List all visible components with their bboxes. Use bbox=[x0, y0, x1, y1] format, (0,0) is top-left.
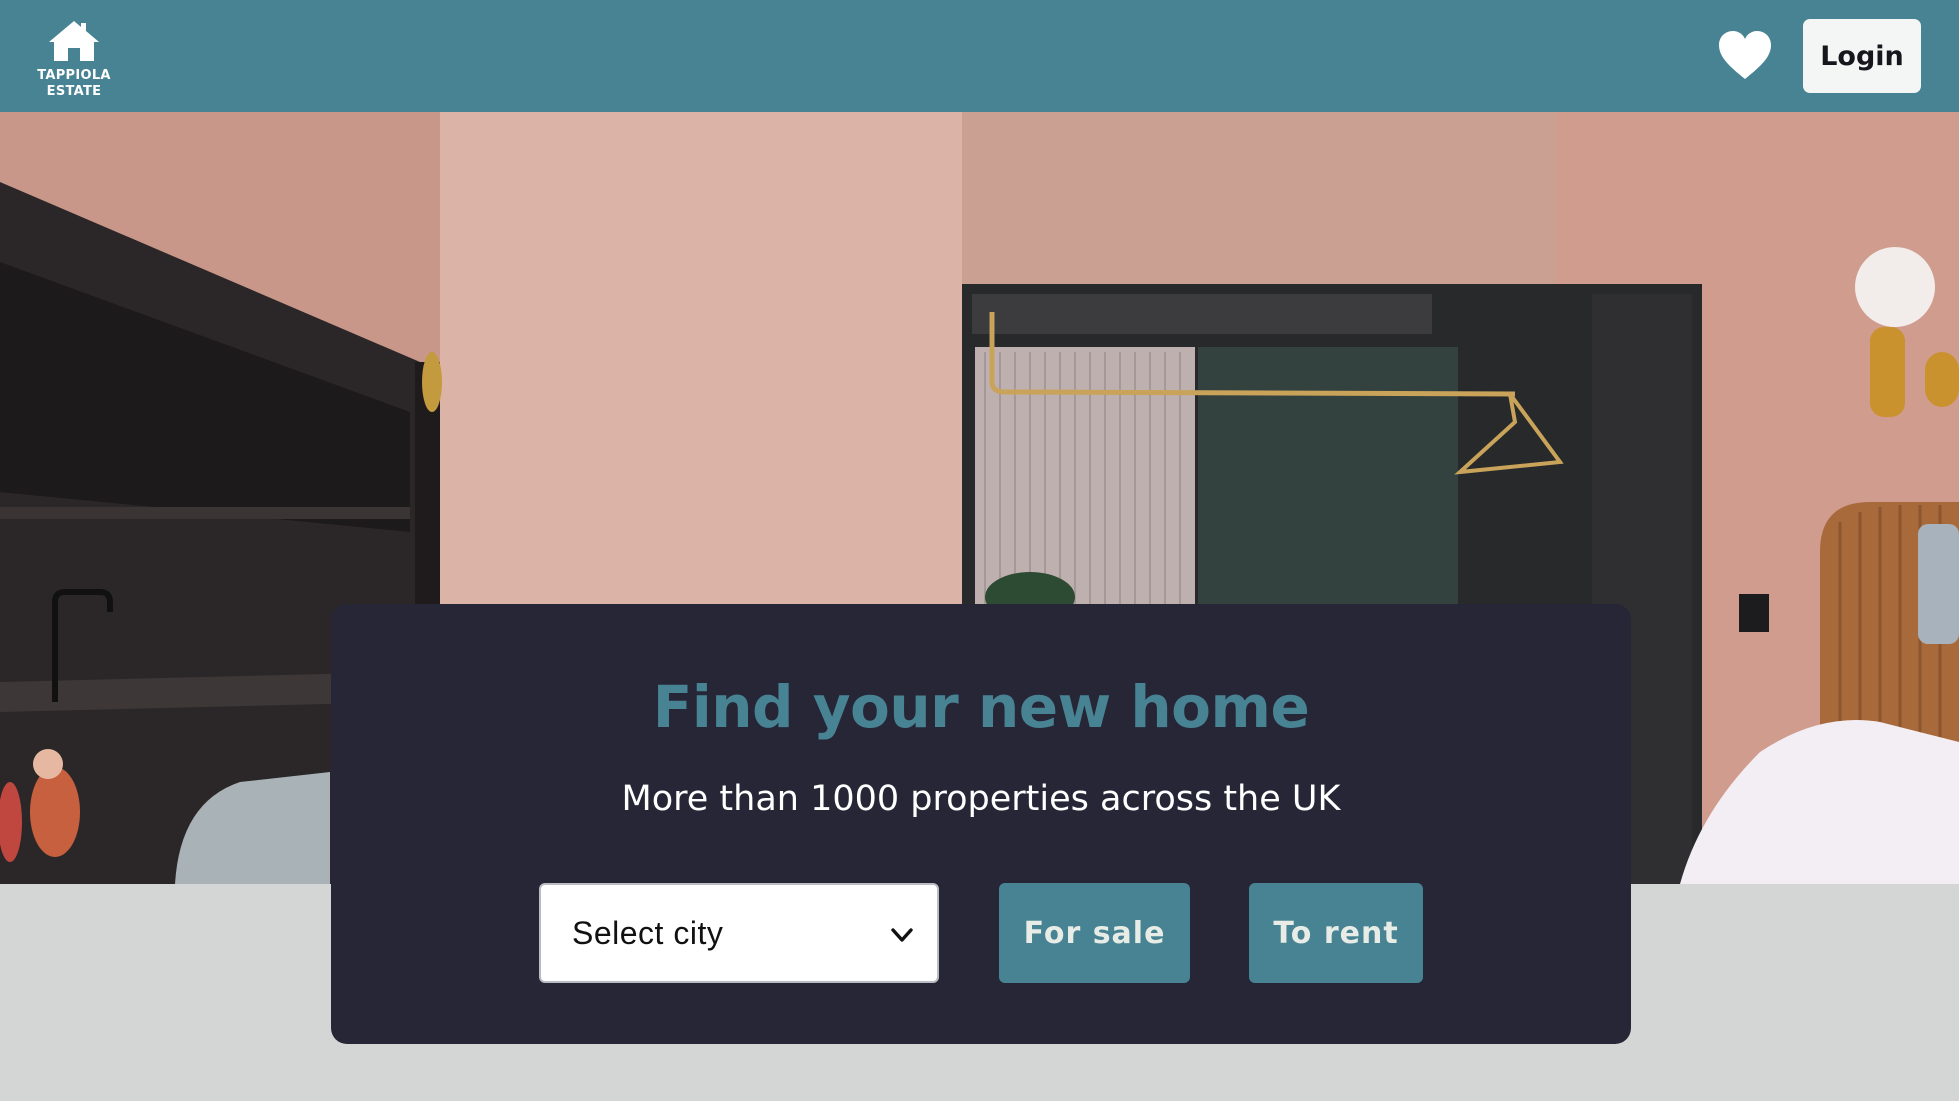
top-nav-bar: TAPPIOLA ESTATE Login bbox=[0, 0, 1959, 112]
city-select-value: Select city bbox=[572, 914, 724, 951]
city-select[interactable]: Select city bbox=[539, 883, 939, 983]
chevron-down-icon bbox=[889, 922, 915, 948]
page-title: Find your new home bbox=[652, 673, 1310, 741]
to-rent-button[interactable]: To rent bbox=[1249, 883, 1423, 983]
page-subtitle: More than 1000 properties across the UK bbox=[621, 779, 1341, 819]
house-icon bbox=[46, 18, 102, 64]
for-sale-button[interactable]: For sale bbox=[999, 883, 1190, 983]
login-button[interactable]: Login bbox=[1803, 19, 1921, 93]
search-panel: Find your new home More than 1000 proper… bbox=[331, 604, 1631, 1044]
heart-icon bbox=[1717, 29, 1773, 81]
site-logo[interactable]: TAPPIOLA ESTATE bbox=[36, 18, 112, 102]
favorites-button[interactable] bbox=[1714, 26, 1776, 84]
logo-text: TAPPIOLA ESTATE bbox=[37, 68, 111, 99]
